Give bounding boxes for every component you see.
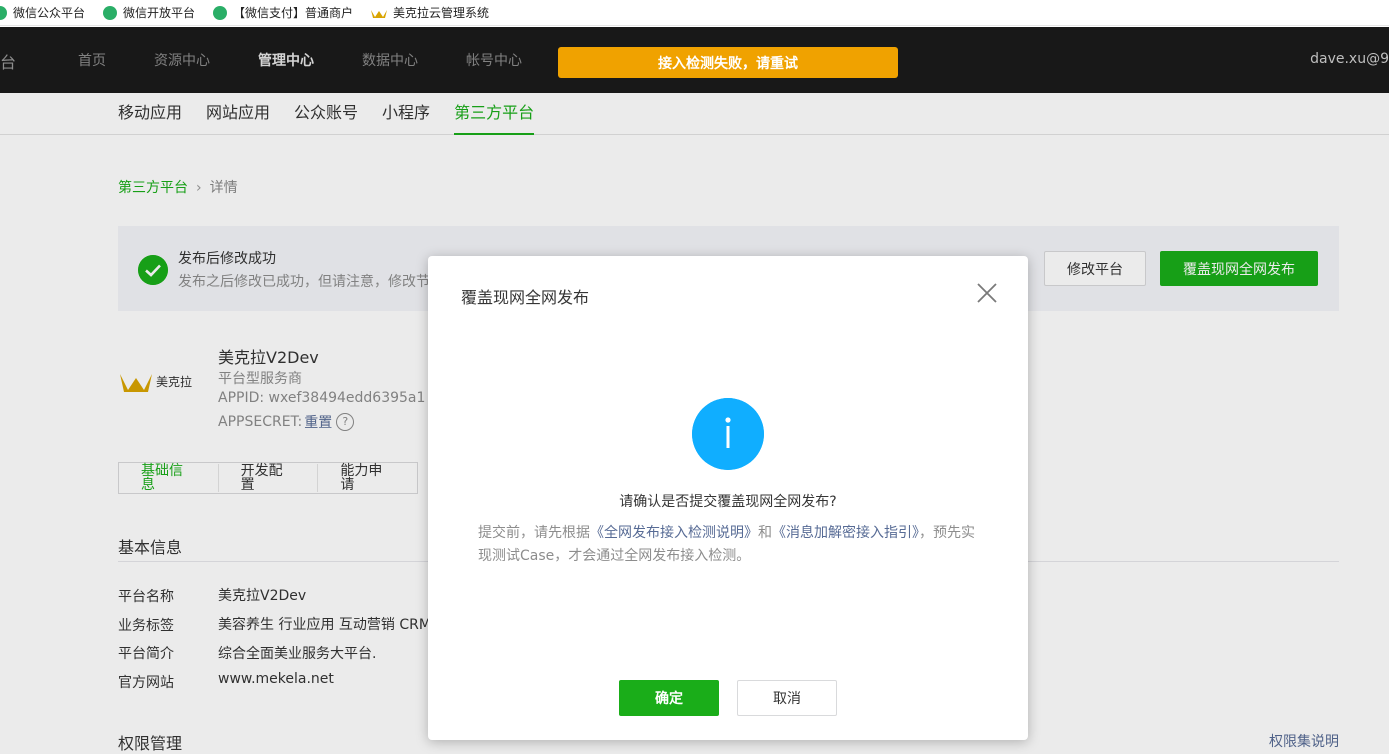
wechat-icon (103, 5, 118, 20)
desc-text: 和 (758, 525, 772, 541)
wechat-icon (0, 5, 7, 20)
dialog-title: 覆盖现网全网发布 (461, 288, 590, 307)
bookmark-open[interactable]: 微信开放平台 (103, 4, 195, 21)
crown-icon (371, 9, 388, 18)
bookmark-label: 美克拉云管理系统 (393, 6, 490, 20)
bookmark-label: 微信公众平台 (13, 6, 86, 20)
error-toast: 接入检测失败，请重试 (558, 47, 898, 78)
close-icon[interactable] (976, 282, 998, 304)
bookmark-label: 【微信支付】普通商户 (233, 6, 354, 20)
bookmarks-bar: 微信公众平台 微信开放平台 【微信支付】普通商户 美克拉云管理系统 (0, 0, 1389, 26)
cancel-button[interactable]: 取消 (737, 680, 837, 716)
dialog-desc: 提交前，请先根据《全网发布接入检测说明》和《消息加解密接入指引》，预先实现测试C… (478, 522, 978, 568)
info-icon (692, 398, 764, 470)
encryption-guide-link[interactable]: 《消息加解密接入指引》 (772, 525, 919, 541)
bookmark-pay[interactable]: 【微信支付】普通商户 (213, 4, 353, 21)
confirm-button[interactable]: 确定 (619, 680, 719, 716)
dialog-question: 请确认是否提交覆盖现网全网发布? (619, 494, 837, 510)
publish-guide-link[interactable]: 《全网发布接入检测说明》 (590, 525, 758, 541)
wechat-icon (213, 5, 228, 20)
desc-text: 提交前，请先根据 (478, 525, 590, 541)
bookmark-mp[interactable]: 微信公众平台 (0, 4, 85, 21)
bookmark-mekela[interactable]: 美克拉云管理系统 (371, 4, 489, 21)
publish-dialog: 覆盖现网全网发布 请确认是否提交覆盖现网全网发布? 提交前，请先根据《全网发布接… (428, 256, 1028, 740)
bookmark-label: 微信开放平台 (123, 6, 196, 20)
